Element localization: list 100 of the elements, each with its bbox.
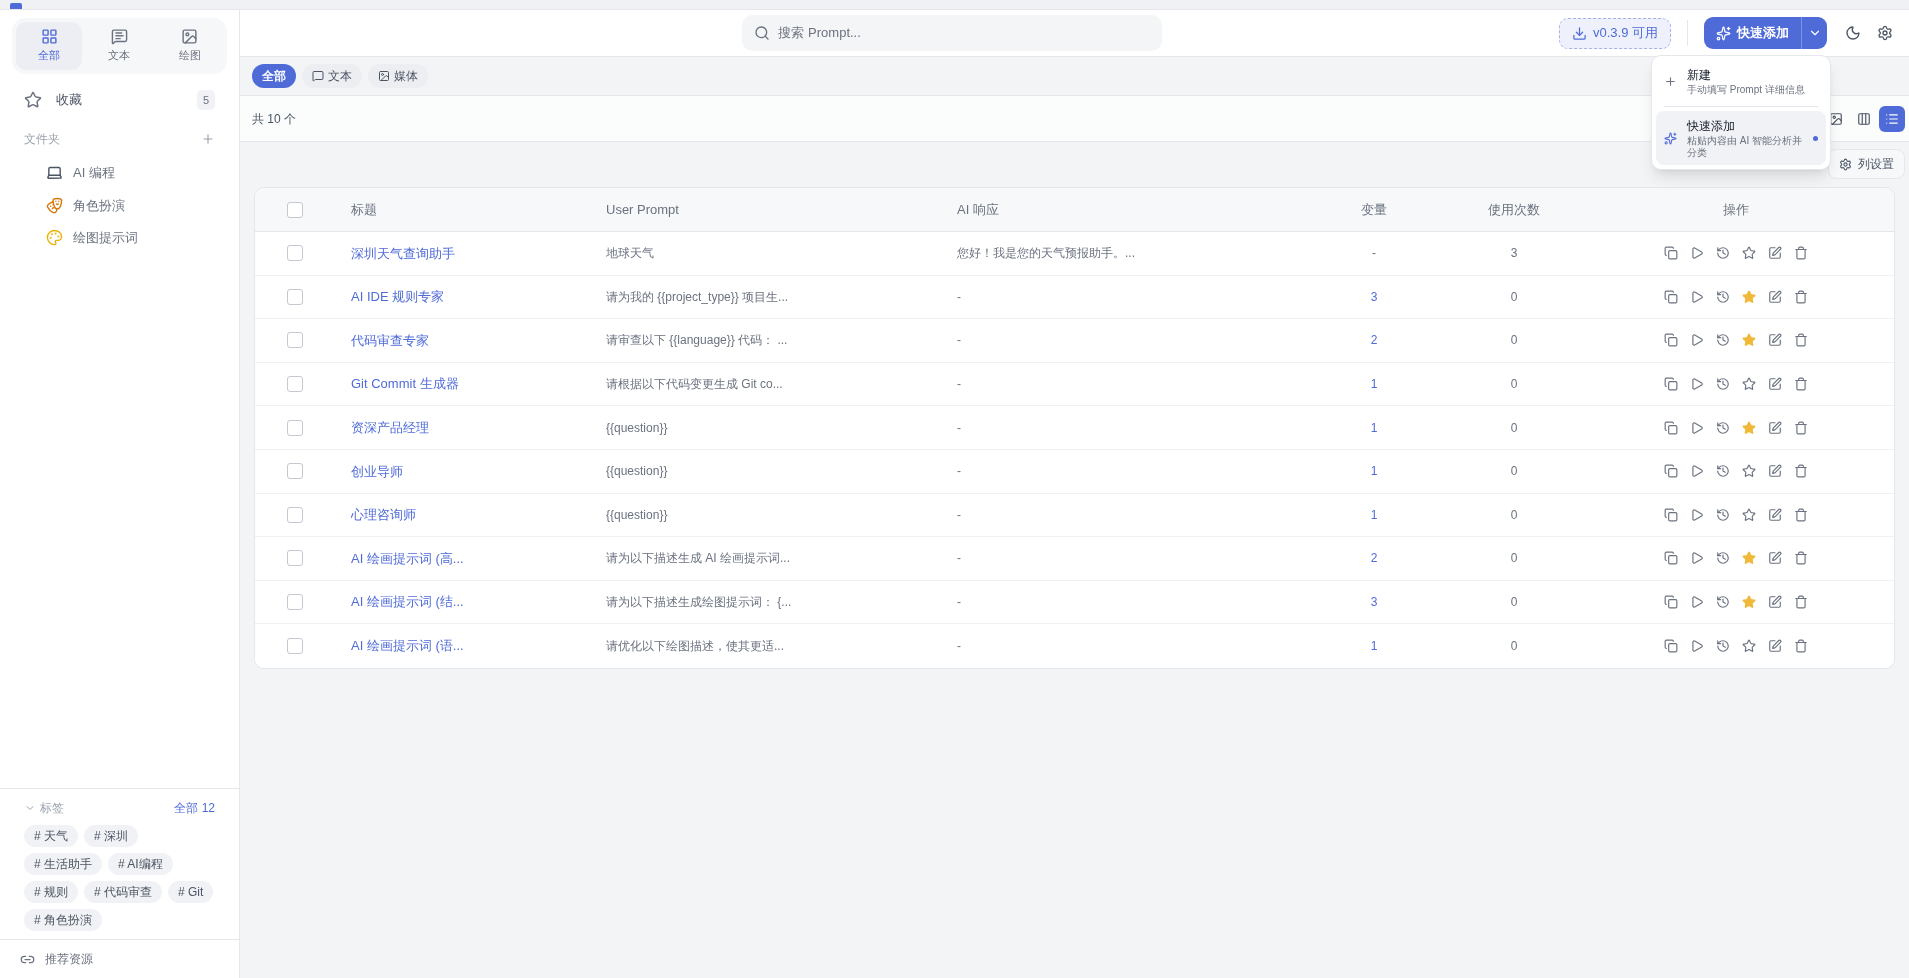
- play-icon[interactable]: [1690, 420, 1704, 435]
- delete-icon[interactable]: [1794, 551, 1808, 566]
- delete-icon[interactable]: [1794, 595, 1808, 610]
- tag-chip[interactable]: # 生活助手: [24, 853, 102, 875]
- prompt-title-link[interactable]: Git Commit 生成器: [335, 374, 459, 394]
- all-tags-link[interactable]: 全部 12: [174, 799, 215, 817]
- prompt-title-link[interactable]: 心理咨询师: [335, 505, 416, 525]
- checkbox[interactable]: [287, 419, 303, 436]
- history-icon[interactable]: [1716, 507, 1730, 522]
- delete-icon[interactable]: [1794, 639, 1808, 654]
- table-cell[interactable]: 2: [1370, 331, 1378, 350]
- play-icon[interactable]: [1690, 507, 1704, 522]
- prompt-title-link[interactable]: AI 绘画提示词 (结...: [335, 592, 464, 612]
- star-icon[interactable]: [1742, 377, 1756, 392]
- folder-item[interactable]: 绘图提示词: [46, 223, 239, 253]
- checkbox[interactable]: [287, 638, 303, 655]
- history-icon[interactable]: [1716, 551, 1730, 566]
- checkbox[interactable]: [287, 288, 303, 305]
- play-icon[interactable]: [1690, 639, 1704, 654]
- folder-item[interactable]: 角色扮演: [46, 190, 239, 220]
- edit-icon[interactable]: [1768, 246, 1782, 261]
- resources-link[interactable]: 推荐资源: [45, 950, 93, 968]
- checkbox[interactable]: [287, 506, 303, 523]
- play-icon[interactable]: [1690, 377, 1704, 392]
- checkbox[interactable]: [287, 463, 303, 480]
- copy-icon[interactable]: [1664, 246, 1678, 261]
- prompt-title-link[interactable]: 深圳天气查询助手: [335, 243, 455, 264]
- prompt-title-link[interactable]: AI 绘画提示词 (高...: [335, 548, 464, 569]
- history-icon[interactable]: [1716, 246, 1730, 261]
- history-icon[interactable]: [1716, 420, 1730, 435]
- copy-icon[interactable]: [1664, 420, 1678, 435]
- play-icon[interactable]: [1690, 464, 1704, 479]
- edit-icon[interactable]: [1768, 420, 1782, 435]
- tag-chip[interactable]: # 角色扮演: [24, 909, 102, 931]
- star-icon[interactable]: [1742, 333, 1756, 348]
- tag-chip[interactable]: # 规则: [24, 881, 78, 903]
- delete-icon[interactable]: [1794, 246, 1808, 261]
- delete-icon[interactable]: [1794, 507, 1808, 522]
- checkbox[interactable]: [287, 594, 303, 611]
- filter-tab[interactable]: 全部: [252, 64, 296, 88]
- settings-icon[interactable]: [1877, 25, 1893, 41]
- update-button[interactable]: v0.3.9 可用: [1558, 17, 1671, 49]
- table-cell[interactable]: 1: [1370, 505, 1378, 524]
- play-icon[interactable]: [1690, 289, 1704, 304]
- checkbox[interactable]: [287, 550, 303, 567]
- play-icon[interactable]: [1690, 246, 1704, 261]
- edit-icon[interactable]: [1768, 464, 1782, 479]
- table-cell[interactable]: 1: [1370, 375, 1378, 394]
- prompt-title-link[interactable]: AI 绘画提示词 (语...: [335, 636, 464, 656]
- edit-icon[interactable]: [1768, 507, 1782, 522]
- tag-chip[interactable]: # 代码审查: [84, 881, 163, 903]
- category-tab[interactable]: 全部: [16, 22, 83, 70]
- edit-icon[interactable]: [1768, 377, 1782, 392]
- column-settings-button[interactable]: 列设置: [1828, 149, 1905, 179]
- tags-toggle[interactable]: 标签: [24, 799, 64, 817]
- table-cell[interactable]: 2: [1370, 549, 1378, 568]
- tag-chip[interactable]: # 天气: [24, 825, 78, 847]
- history-icon[interactable]: [1716, 289, 1730, 304]
- star-icon[interactable]: [1742, 639, 1756, 654]
- history-icon[interactable]: [1716, 464, 1730, 479]
- edit-icon[interactable]: [1768, 639, 1782, 654]
- tag-chip[interactable]: # 深圳: [84, 825, 139, 847]
- star-icon[interactable]: [1742, 464, 1756, 479]
- prompt-title-link[interactable]: AI IDE 规则专家: [335, 287, 445, 307]
- star-icon[interactable]: [1742, 246, 1756, 261]
- category-tab[interactable]: 绘图: [156, 22, 223, 70]
- history-icon[interactable]: [1716, 333, 1730, 348]
- history-icon[interactable]: [1716, 595, 1730, 610]
- checkbox[interactable]: [287, 201, 303, 218]
- category-tab[interactable]: 文本: [86, 22, 153, 70]
- star-icon[interactable]: [1742, 551, 1756, 566]
- copy-icon[interactable]: [1664, 639, 1678, 654]
- play-icon[interactable]: [1690, 333, 1704, 348]
- star-icon[interactable]: [1742, 507, 1756, 522]
- tag-chip[interactable]: # Git: [168, 881, 214, 903]
- filter-tab[interactable]: 文本: [302, 64, 362, 88]
- delete-icon[interactable]: [1794, 289, 1808, 304]
- folder-item[interactable]: AI 编程: [46, 158, 239, 188]
- table-cell[interactable]: 1: [1370, 462, 1378, 481]
- checkbox[interactable]: [287, 332, 303, 349]
- edit-icon[interactable]: [1768, 551, 1782, 566]
- checkbox[interactable]: [287, 245, 303, 262]
- checkbox[interactable]: [287, 376, 303, 393]
- search-input[interactable]: 搜索 Prompt...: [778, 23, 1151, 43]
- copy-icon[interactable]: [1664, 333, 1678, 348]
- play-icon[interactable]: [1690, 595, 1704, 610]
- favorites-item[interactable]: 收藏 5: [12, 83, 227, 116]
- edit-icon[interactable]: [1768, 595, 1782, 610]
- history-icon[interactable]: [1716, 377, 1730, 392]
- copy-icon[interactable]: [1664, 289, 1678, 304]
- star-icon[interactable]: [1742, 595, 1756, 610]
- copy-icon[interactable]: [1664, 507, 1678, 522]
- copy-icon[interactable]: [1664, 551, 1678, 566]
- star-icon[interactable]: [1742, 289, 1756, 304]
- delete-icon[interactable]: [1794, 377, 1808, 392]
- table-cell[interactable]: 3: [1370, 593, 1378, 612]
- table-cell[interactable]: 1: [1370, 418, 1378, 437]
- copy-icon[interactable]: [1664, 464, 1678, 479]
- delete-icon[interactable]: [1794, 420, 1808, 435]
- prompt-title-link[interactable]: 代码审查专家: [335, 330, 429, 351]
